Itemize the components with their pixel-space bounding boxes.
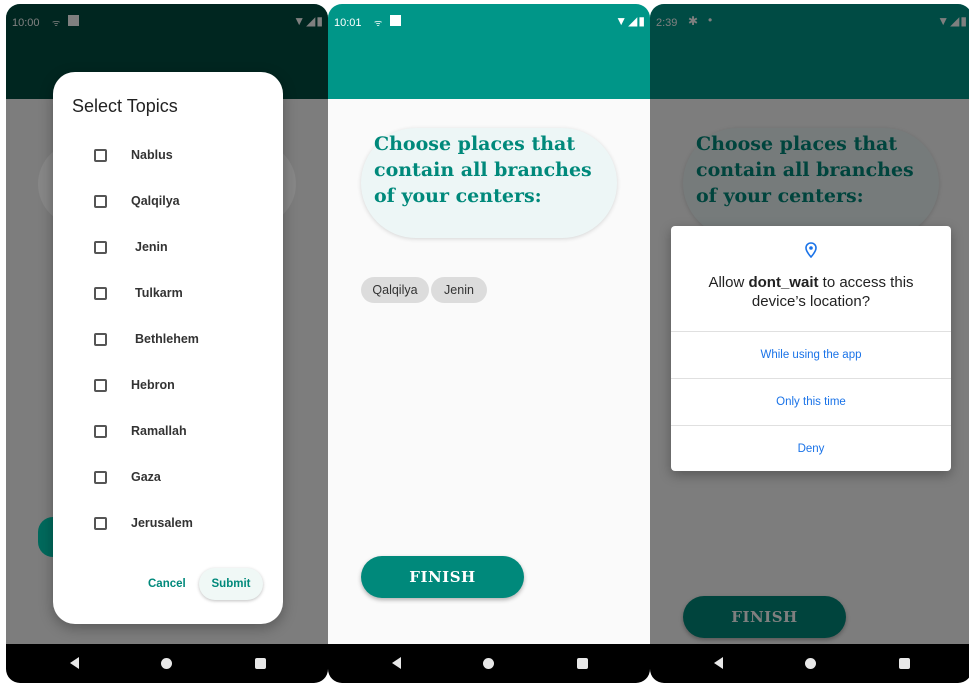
checkbox[interactable] bbox=[94, 471, 107, 484]
phone-screen-places: 10:01 ᯤ ▼◢▮ Choose places that contain a… bbox=[328, 4, 650, 683]
checkbox[interactable] bbox=[94, 149, 107, 162]
navigation-bar bbox=[328, 644, 650, 683]
location-permission-dialog: Allow dont_wait to access this device’s … bbox=[671, 226, 951, 471]
location-pin-icon bbox=[805, 242, 817, 258]
checkbox[interactable] bbox=[94, 241, 107, 254]
status-bar: 10:01 ᯤ ▼◢▮ bbox=[328, 4, 650, 40]
finish-button[interactable]: FINISH bbox=[361, 556, 524, 598]
deny-button[interactable]: Deny bbox=[671, 425, 951, 472]
topic-label: Jerusalem bbox=[131, 516, 193, 530]
message-prefix: Allow bbox=[708, 274, 749, 291]
topic-label: Bethlehem bbox=[135, 332, 199, 346]
topic-label: Jenin bbox=[135, 240, 168, 254]
app-notification-icon bbox=[390, 15, 401, 26]
navigation-bar bbox=[6, 644, 328, 683]
topic-label: Nablus bbox=[131, 148, 173, 162]
permission-message: Allow dont_wait to access this device’s … bbox=[681, 273, 941, 311]
checkbox[interactable] bbox=[94, 517, 107, 530]
recents-icon[interactable] bbox=[899, 658, 910, 669]
selected-place-chip[interactable]: Qalqilya bbox=[361, 277, 429, 303]
checkbox[interactable] bbox=[94, 425, 107, 438]
topic-label: Ramallah bbox=[131, 424, 187, 438]
checkbox[interactable] bbox=[94, 333, 107, 346]
selected-place-chip[interactable]: Jenin bbox=[431, 277, 487, 303]
back-icon[interactable] bbox=[714, 657, 723, 669]
cancel-button[interactable]: Cancel bbox=[148, 578, 186, 590]
signal-icon: ◢ bbox=[628, 14, 639, 28]
status-time: 10:01 bbox=[334, 17, 362, 29]
recents-icon[interactable] bbox=[577, 658, 588, 669]
submit-button[interactable]: Submit bbox=[199, 568, 263, 600]
notification-icon: ᯤ bbox=[374, 18, 383, 28]
home-icon[interactable] bbox=[483, 658, 494, 669]
phone-screen-permission: 2:39 ✱ • ▼◢▮ Choose places that contain … bbox=[650, 4, 969, 683]
topic-label: Qalqilya bbox=[131, 194, 180, 208]
dialog-title: Select Topics bbox=[72, 96, 178, 116]
home-icon[interactable] bbox=[805, 658, 816, 669]
page-heading: Choose places that contain all branches … bbox=[374, 133, 592, 207]
recents-icon[interactable] bbox=[255, 658, 266, 669]
app-name: dont_wait bbox=[748, 274, 819, 291]
topic-label: Hebron bbox=[131, 378, 175, 392]
select-topics-dialog: Select Topics Nablus Qalqilya Jenin Tulk… bbox=[53, 72, 283, 624]
topic-label: Gaza bbox=[131, 470, 161, 484]
status-icons: ▼◢▮ bbox=[615, 14, 646, 28]
phone-screen-topics: 10:00 ᯤ ▼◢▮ Select Topics Nablus Qalqily… bbox=[6, 4, 328, 683]
navigation-bar bbox=[650, 644, 969, 683]
checkbox[interactable] bbox=[94, 379, 107, 392]
home-icon[interactable] bbox=[161, 658, 172, 669]
back-icon[interactable] bbox=[70, 657, 79, 669]
topic-label: Tulkarm bbox=[135, 286, 183, 300]
checkbox[interactable] bbox=[94, 195, 107, 208]
checkbox[interactable] bbox=[94, 287, 107, 300]
wifi-icon: ▼ bbox=[615, 14, 629, 28]
battery-icon: ▮ bbox=[638, 14, 646, 28]
allow-while-using-button[interactable]: While using the app bbox=[671, 331, 951, 378]
back-icon[interactable] bbox=[392, 657, 401, 669]
heading-bubble: Choose places that contain all branches … bbox=[361, 128, 617, 238]
allow-once-button[interactable]: Only this time bbox=[671, 378, 951, 425]
